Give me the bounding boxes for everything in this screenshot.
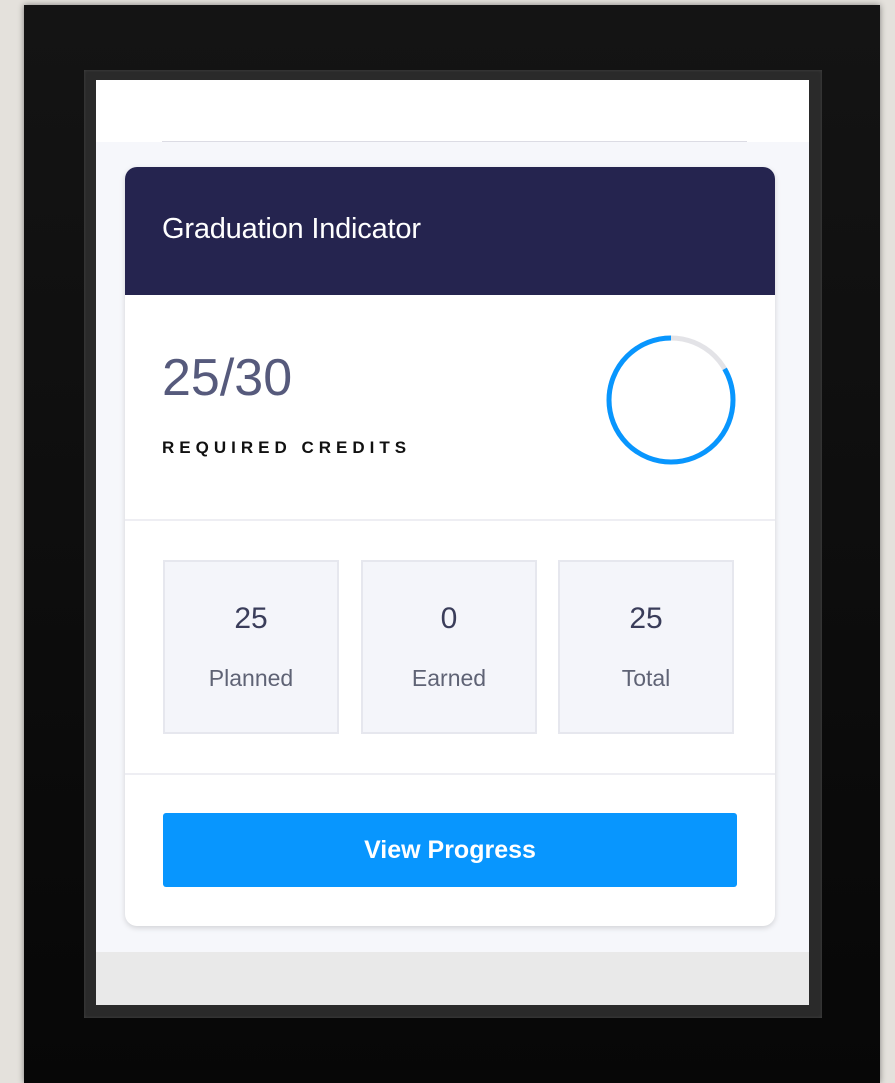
stat-total-label: Total — [621, 665, 671, 691]
graduation-indicator-card: Graduation Indicator 25/30 REQUIRED CRED… — [125, 167, 775, 926]
section-divider — [125, 773, 775, 775]
card-header: Graduation Indicator — [125, 167, 775, 295]
screen: Graduation Indicator 25/30 REQUIRED CRED… — [96, 80, 809, 1005]
credits-value: 25/30 — [162, 349, 293, 407]
stat-earned-value: 0 — [440, 602, 458, 635]
credits-label: REQUIRED CREDITS — [162, 438, 412, 457]
progress-ring — [606, 335, 736, 465]
stat-planned-value: 25 — [234, 602, 268, 635]
stat-earned-label: Earned — [411, 665, 487, 691]
stat-earned: 0 Earned — [361, 560, 537, 734]
stat-total-value: 25 — [629, 602, 663, 635]
screen-bottom-strip — [96, 952, 809, 1005]
stat-planned: 25 Planned — [163, 560, 339, 734]
section-divider — [125, 519, 775, 521]
stat-planned-label: Planned — [208, 665, 294, 691]
view-progress-button[interactable]: View Progress — [163, 813, 737, 887]
stat-total: 25 Total — [558, 560, 734, 734]
card-title: Graduation Indicator — [162, 213, 421, 245]
